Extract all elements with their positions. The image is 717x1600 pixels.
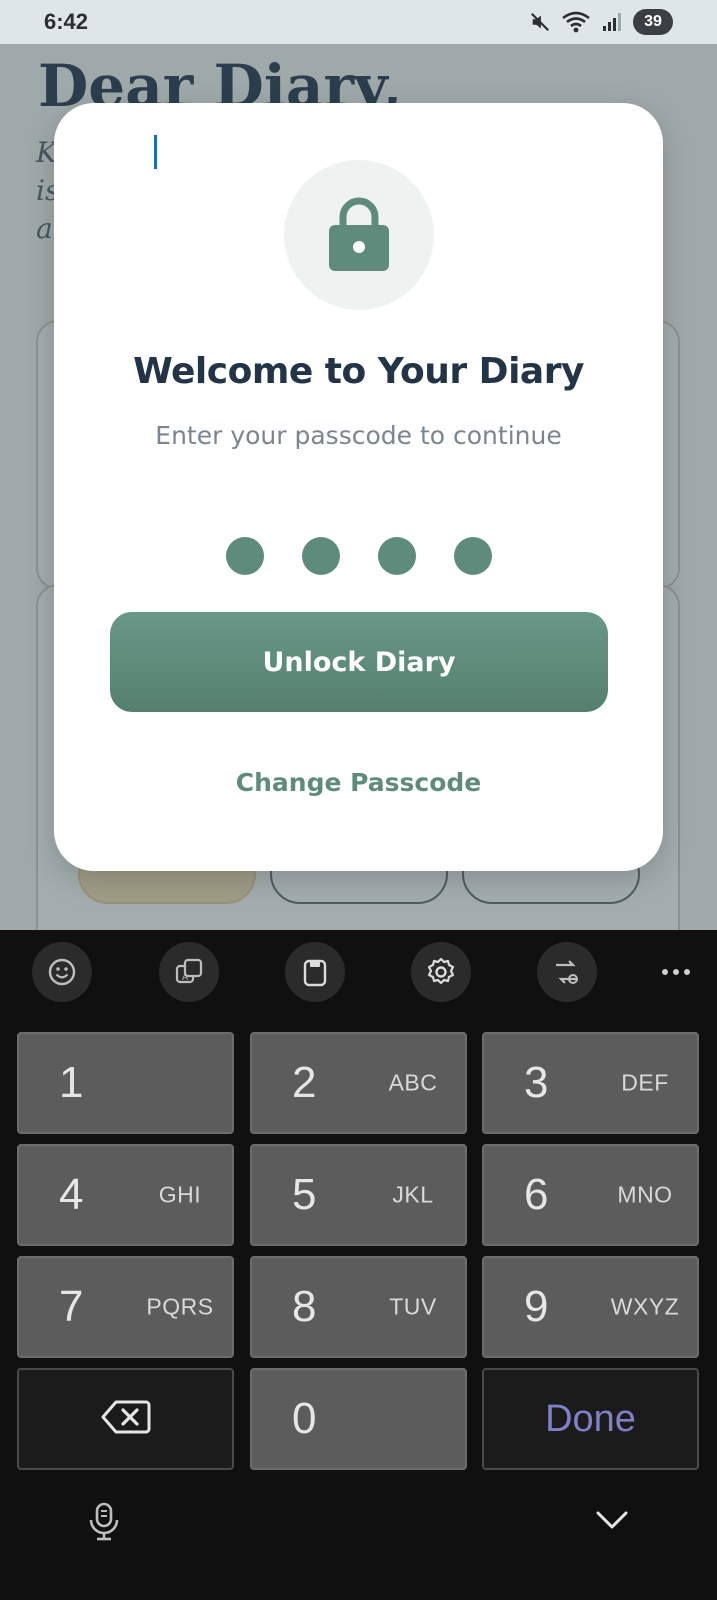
dialog-title: Welcome to Your Diary bbox=[133, 351, 584, 392]
translate-icon[interactable] bbox=[537, 942, 597, 1002]
key-3[interactable]: 3 DEF bbox=[482, 1032, 699, 1134]
lock-badge bbox=[284, 160, 434, 310]
done-label: Done bbox=[545, 1397, 636, 1440]
passcode-dot bbox=[453, 537, 492, 575]
key-number: 3 bbox=[524, 1058, 549, 1107]
change-passcode-link[interactable]: Change Passcode bbox=[54, 768, 663, 797]
passcode-dot bbox=[225, 537, 264, 575]
key-4[interactable]: 4 GHI bbox=[17, 1144, 234, 1246]
key-number: 4 bbox=[59, 1170, 84, 1219]
microphone-icon[interactable] bbox=[86, 1502, 122, 1547]
keyboard-toolbar: A bbox=[0, 930, 717, 1020]
passcode-dot bbox=[301, 537, 340, 575]
more-icon[interactable] bbox=[646, 942, 706, 1002]
key-letters: JKL bbox=[392, 1181, 434, 1208]
key-number: 8 bbox=[292, 1282, 317, 1331]
key-number: 9 bbox=[524, 1282, 549, 1331]
signal-icon bbox=[601, 11, 623, 33]
numeric-keyboard: A 1 2 ABC 3 DEF 4 GHI 5 JKL 6 MNO 7 PQRS… bbox=[0, 930, 717, 1600]
status-icons: 39 bbox=[529, 9, 673, 35]
battery-icon: 39 bbox=[633, 9, 673, 35]
key-number: 0 bbox=[292, 1394, 317, 1443]
emoji-icon[interactable] bbox=[32, 942, 92, 1002]
key-6[interactable]: 6 MNO bbox=[482, 1144, 699, 1246]
key-number: 2 bbox=[292, 1058, 317, 1107]
wifi-icon bbox=[561, 10, 591, 34]
lock-icon bbox=[327, 193, 391, 278]
text-cursor bbox=[154, 135, 157, 169]
key-letters: DEF bbox=[621, 1069, 669, 1096]
status-bar: 6:42 39 bbox=[0, 0, 717, 44]
key-number: 7 bbox=[59, 1282, 84, 1331]
key-0[interactable]: 0 bbox=[250, 1368, 467, 1470]
mute-icon bbox=[529, 11, 551, 33]
hide-keyboard-icon[interactable] bbox=[594, 1508, 630, 1537]
key-5[interactable]: 5 JKL bbox=[250, 1144, 467, 1246]
passcode-dot bbox=[377, 537, 416, 575]
backspace-key[interactable] bbox=[17, 1368, 234, 1470]
key-7[interactable]: 7 PQRS bbox=[17, 1256, 234, 1358]
key-number: 5 bbox=[292, 1170, 317, 1219]
key-letters: GHI bbox=[158, 1181, 202, 1208]
status-time: 6:42 bbox=[44, 9, 89, 34]
dialog-subtitle: Enter your passcode to continue bbox=[155, 421, 562, 450]
key-9[interactable]: 9 WXYZ bbox=[482, 1256, 699, 1358]
key-1[interactable]: 1 bbox=[17, 1032, 234, 1134]
key-letters: MNO bbox=[617, 1181, 673, 1208]
clipboard-icon[interactable] bbox=[285, 942, 345, 1002]
key-letters: PQRS bbox=[146, 1293, 214, 1320]
passcode-dialog: Welcome to Your Diary Enter your passcod… bbox=[54, 103, 663, 871]
text-style-icon[interactable]: A bbox=[159, 942, 219, 1002]
key-letters: TUV bbox=[389, 1293, 437, 1320]
unlock-button[interactable]: Unlock Diary bbox=[110, 612, 608, 712]
key-2[interactable]: 2 ABC bbox=[250, 1032, 467, 1134]
key-number: 1 bbox=[59, 1058, 84, 1107]
done-key[interactable]: Done bbox=[482, 1368, 699, 1470]
key-letters: WXYZ bbox=[610, 1293, 680, 1320]
svg-text:A: A bbox=[182, 973, 189, 983]
key-number: 6 bbox=[524, 1170, 549, 1219]
key-letters: ABC bbox=[388, 1069, 438, 1096]
settings-icon[interactable] bbox=[411, 942, 471, 1002]
passcode-input[interactable] bbox=[54, 537, 663, 575]
key-8[interactable]: 8 TUV bbox=[250, 1256, 467, 1358]
backspace-icon bbox=[101, 1399, 151, 1440]
